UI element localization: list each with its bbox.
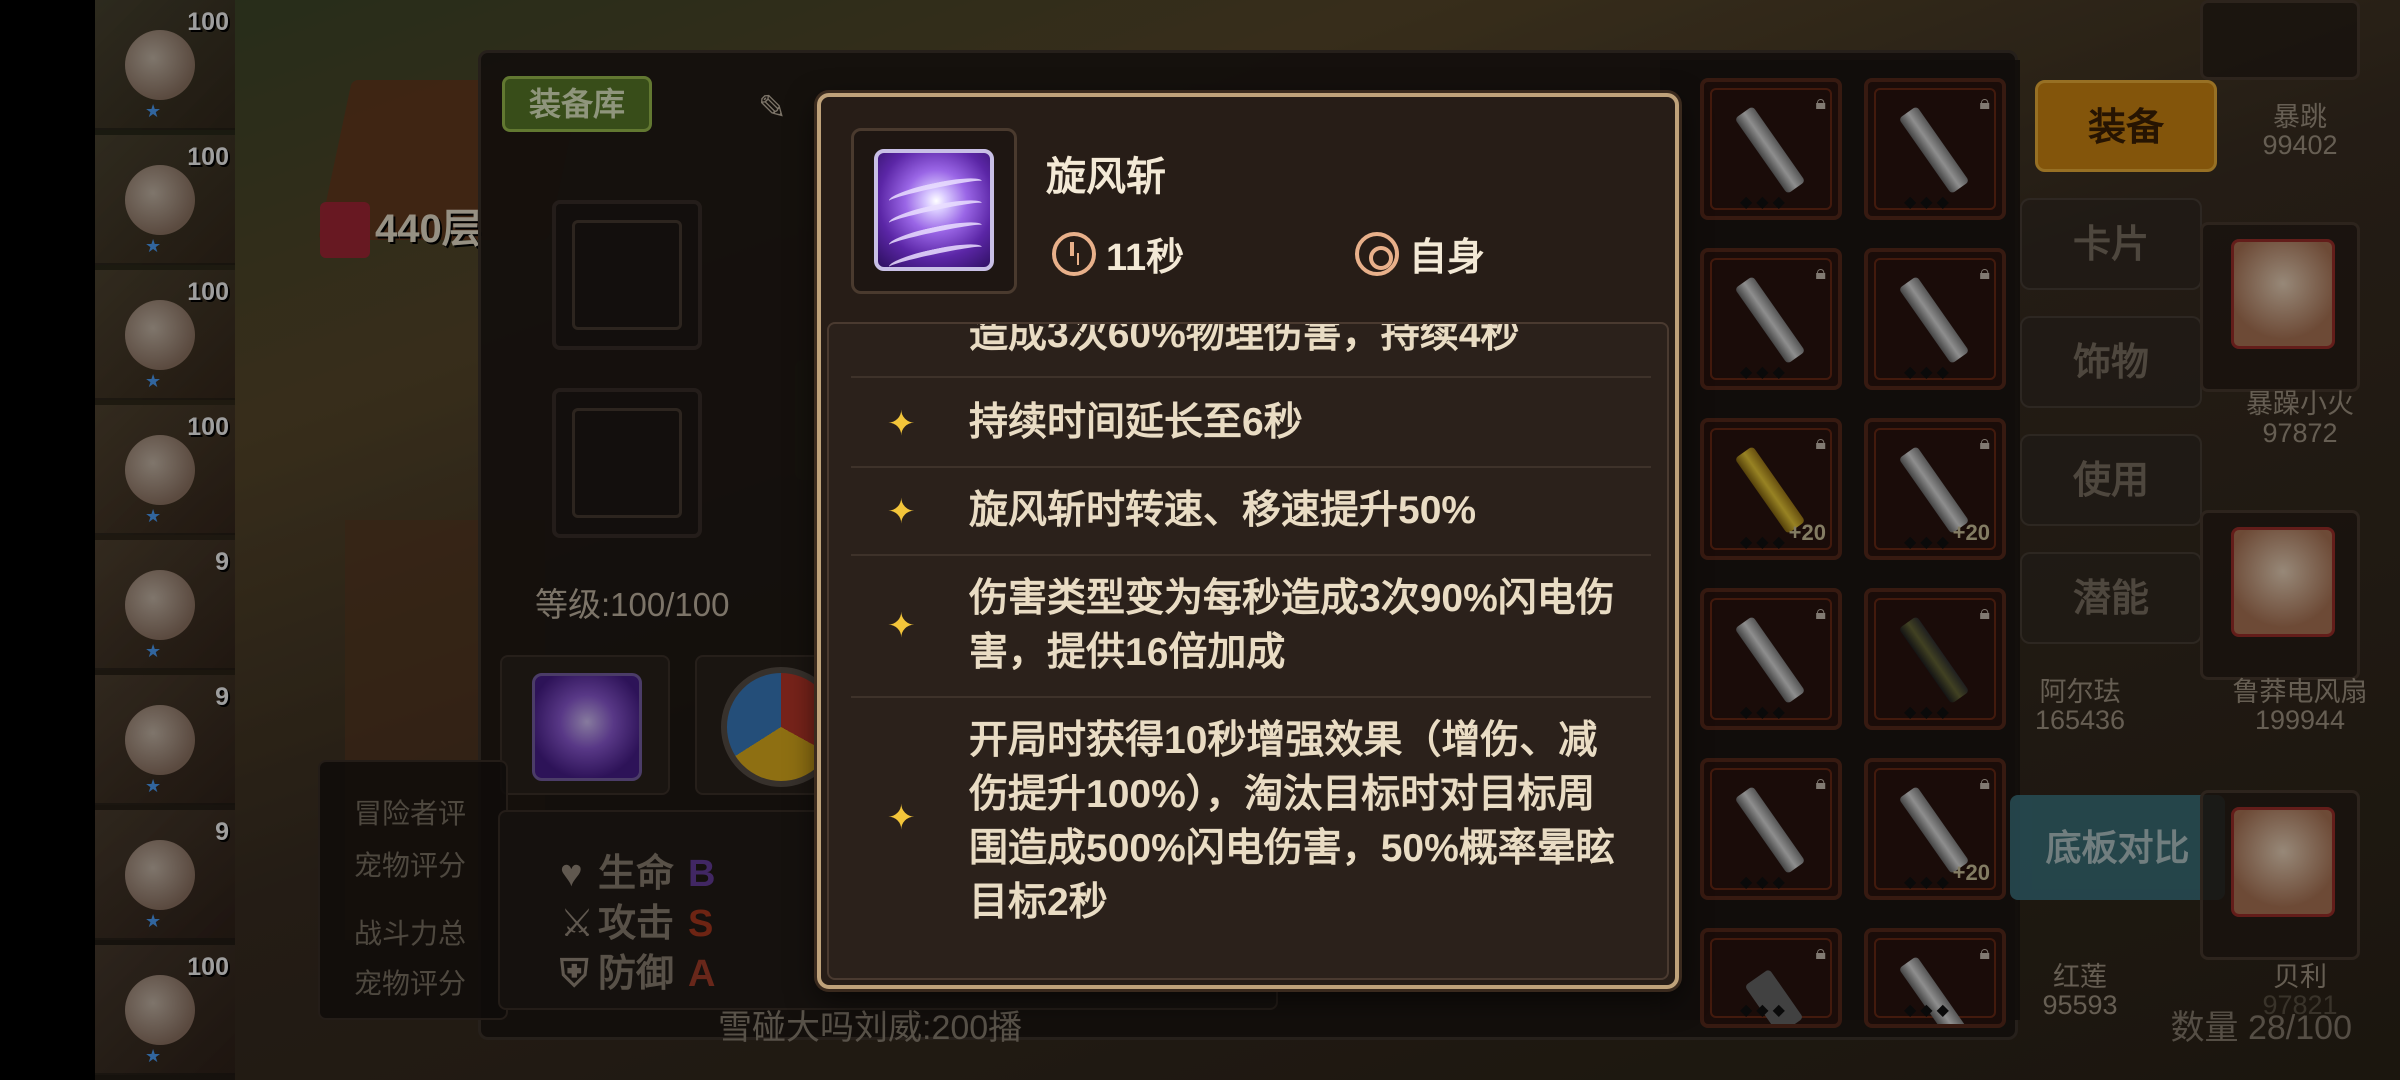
clock-icon [1052,231,1096,276]
whirlwind-skill-icon [874,149,994,271]
description-row: 造成3次60%物理伤害，持续4秒 [851,322,1651,378]
description-text: 造成3次60%物理伤害，持续4秒 [969,322,1520,356]
target-value: 自身 [1409,237,1486,279]
target-icon [1355,231,1399,276]
sparkle-icon: ✦ [887,799,916,837]
cooldown-info: 11秒 [1052,226,1184,281]
sparkle-icon: ✦ [887,607,916,645]
description-text: 伤害类型变为每秒造成3次90%闪电伤害，提供16倍加成 [969,577,1615,674]
sparkle-icon: ✦ [887,405,916,443]
skill-title: 旋风斩 [1046,155,1166,199]
description-row: ✦ 开局时获得10秒增强效果（增伤、减伤提升100%），淘汰目标时对目标周围造成… [851,698,1651,948]
description-row: ✦ 持续时间延长至6秒 [851,380,1651,468]
description-text: 开局时获得10秒增强效果（增伤、减伤提升100%），淘汰目标时对目标周围造成50… [969,719,1615,924]
sparkle-icon: ✦ [887,493,916,531]
skill-description-list[interactable]: 造成3次60%物理伤害，持续4秒 ✦ 持续时间延长至6秒 ✦ 旋风斩时转速、移速… [827,322,1669,980]
target-info: 自身 [1355,226,1485,281]
description-text: 旋风斩时转速、移速提升50% [969,489,1477,532]
cooldown-value: 11秒 [1106,237,1185,279]
skill-icon-frame [851,128,1017,294]
description-row: ✦ 伤害类型变为每秒造成3次90%闪电伤害，提供16倍加成 [851,556,1651,698]
description-text: 持续时间延长至6秒 [969,401,1303,444]
description-row: ✦ 旋风斩时转速、移速提升50% [851,468,1651,556]
